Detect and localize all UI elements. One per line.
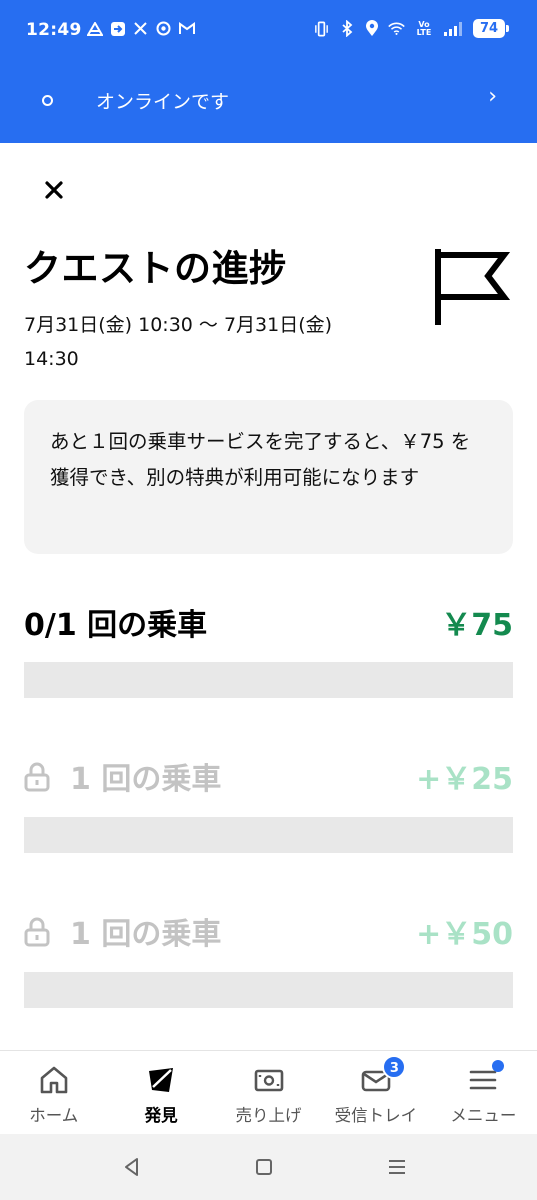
online-status-bar[interactable]: オンラインです › — [0, 62, 537, 143]
tier-label: 1 回の乗車 — [70, 762, 222, 797]
gmail-icon — [178, 20, 195, 37]
recents-icon[interactable] — [382, 1152, 412, 1182]
inbox-badge: 3 — [382, 1055, 407, 1079]
nav-inbox[interactable]: 3 受信トレイ — [322, 1051, 429, 1134]
home-icon — [40, 1066, 68, 1094]
tier-amount: +￥25 — [416, 762, 513, 797]
tier-header: 1 回の乗車 +￥25 — [24, 754, 513, 804]
vibrate-icon — [313, 20, 330, 37]
chrome-icon — [155, 20, 172, 37]
quest-period: 7月31日(金) 10:30 〜 7月31日(金) 14:30 — [24, 308, 404, 376]
lock-icon — [24, 917, 50, 947]
nav-home[interactable]: ホーム — [0, 1051, 107, 1134]
online-status-icon — [42, 95, 53, 106]
home-button-icon[interactable] — [249, 1152, 279, 1182]
x-icon — [132, 20, 149, 37]
system-icons: Vo LTE 74 — [313, 19, 509, 38]
nav-label: 売り上げ — [235, 1106, 302, 1125]
nav-label: メニュー — [450, 1106, 517, 1125]
progress-bar — [24, 972, 513, 1008]
volte-icon: Vo LTE — [416, 19, 432, 37]
tier-label: 1 回の乗車 — [70, 917, 222, 952]
online-status-text: オンラインです — [96, 91, 230, 113]
progress-bar — [24, 817, 513, 853]
nav-label: 発見 — [144, 1106, 178, 1125]
tier-locked: 1 回の乗車 +￥50 — [24, 909, 513, 1008]
discover-icon — [149, 1068, 174, 1092]
back-icon[interactable] — [117, 1152, 147, 1182]
wifi-icon — [388, 20, 405, 37]
arrow-app-icon — [109, 20, 126, 37]
period-start: 7月31日(金) 10:30 〜 7月31日(金) — [24, 314, 333, 336]
tier-label: 0/1 回の乗車 — [24, 608, 208, 643]
tier-amount: +￥50 — [416, 917, 513, 952]
nav-menu[interactable]: メニュー — [430, 1051, 537, 1134]
notification-icons — [86, 20, 195, 37]
tier-amount: ￥75 — [441, 608, 513, 643]
signal-icon — [443, 20, 465, 37]
period-end: 14:30 — [24, 348, 79, 370]
close-button[interactable] — [38, 174, 70, 206]
bluetooth-icon — [338, 20, 355, 37]
tier-locked: 1 回の乗車 +￥25 — [24, 754, 513, 853]
menu-notification-dot — [491, 1060, 504, 1072]
bottom-navigation: ホーム 発見 売り上げ 3 受信トレイ メニュー — [0, 1050, 537, 1134]
status-time: 12:49 — [26, 20, 82, 40]
system-navigation-bar — [0, 1134, 537, 1200]
status-bar: 12:49 Vo LTE 74 — [0, 0, 537, 62]
battery-indicator: 74 — [473, 19, 509, 38]
quest-message: あと１回の乗車サービスを完了すると、￥75 を獲得でき、別の特典が利用可能になり… — [50, 430, 471, 489]
nav-discover[interactable]: 発見 — [107, 1051, 214, 1134]
navigation-icon — [86, 20, 103, 37]
quest-message-box: あと１回の乗車サービスを完了すると、￥75 を獲得でき、別の特典が利用可能になり… — [24, 400, 513, 554]
tier-header: 0/1 回の乗車 ￥75 — [24, 600, 513, 650]
earnings-icon — [254, 1069, 283, 1092]
location-icon — [363, 20, 380, 37]
nav-earnings[interactable]: 売り上げ — [215, 1051, 322, 1134]
flag-icon — [435, 249, 510, 325]
lock-icon — [24, 762, 50, 792]
tier-header: 1 回の乗車 +￥50 — [24, 909, 513, 959]
nav-label: 受信トレイ — [334, 1106, 418, 1125]
nav-label: ホーム — [29, 1106, 79, 1125]
progress-bar — [24, 662, 513, 698]
tier-active: 0/1 回の乗車 ￥75 — [24, 600, 513, 698]
close-icon — [45, 181, 63, 199]
page-title: クエストの進捗 — [24, 247, 287, 290]
chevron-right-icon[interactable]: › — [488, 84, 497, 109]
